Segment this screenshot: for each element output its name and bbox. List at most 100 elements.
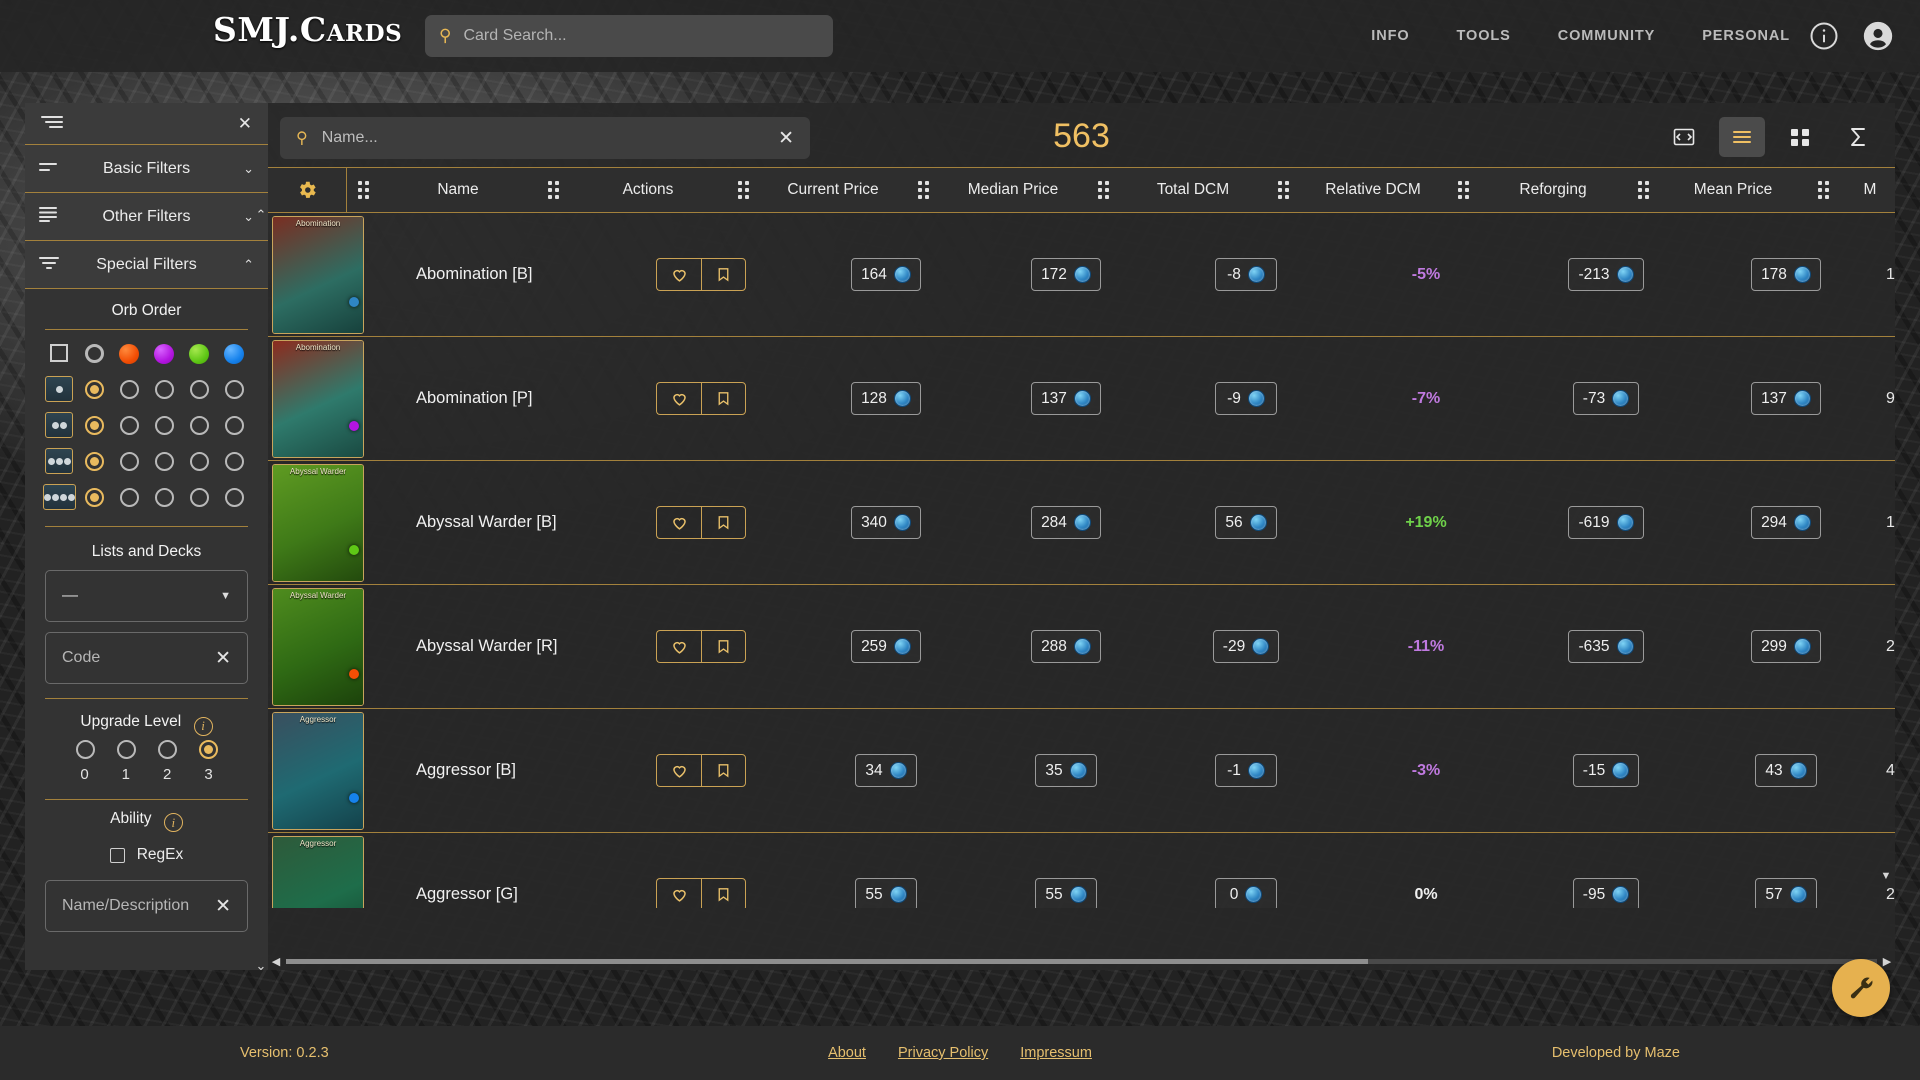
orb-purple-icon[interactable] [150,344,178,364]
orb-radio[interactable] [80,451,108,471]
card-thumbnail[interactable]: Abomination [272,339,364,458]
sidebar-scroll-down-arrow[interactable]: ⌄ [252,958,270,974]
column-resize-grip[interactable] [1446,167,1480,213]
footer-link-privacy-policy[interactable]: Privacy Policy [898,1045,988,1061]
nav-link-community[interactable]: COMMUNITY [1558,28,1656,44]
bookmark-button[interactable] [701,630,746,663]
cell-card-name[interactable]: Abyssal Warder [R] [416,637,606,656]
cell-card-name[interactable]: Aggressor [G] [416,885,606,904]
card-thumbnail[interactable]: Abyssal Warder [272,587,364,706]
orb-radio[interactable] [115,451,143,471]
clear-icon[interactable]: ✕ [215,895,231,918]
global-card-search[interactable]: ⚲ [425,15,833,57]
card-thumbnail[interactable]: Aggressor [272,711,364,830]
column-header-median-price[interactable]: Median Price [940,167,1086,213]
orb-radio[interactable] [185,379,213,399]
lists-and-decks-select[interactable]: — ▼ [45,570,248,622]
orb-radio[interactable] [150,487,178,507]
nav-link-tools[interactable]: TOOLS [1457,28,1511,44]
orb-radio[interactable] [115,379,143,399]
nav-link-info[interactable]: INFO [1371,28,1409,44]
column-resize-grip[interactable] [1626,167,1660,213]
footer-link-about[interactable]: About [828,1045,866,1061]
orb-blue-icon[interactable] [220,344,248,364]
favorite-button[interactable] [656,506,701,539]
orb-radio[interactable] [185,487,213,507]
tools-fab-button[interactable] [1832,959,1890,1017]
sidebar-section-basic-filters[interactable]: Basic Filters ⌄ [25,145,268,193]
column-header-total-dcm[interactable]: Total DCM [1120,167,1266,213]
nav-link-personal[interactable]: PERSONAL [1702,28,1790,44]
account-circle-icon[interactable] [1861,19,1895,53]
sidebar-section-other-filters[interactable]: Other Filters ⌄ [25,193,268,241]
scroll-left-arrow[interactable]: ◀ [268,955,284,968]
column-resize-grip[interactable] [906,167,940,213]
bookmark-button[interactable] [701,506,746,539]
orb-green-icon[interactable] [185,344,213,364]
orb-radio[interactable] [220,415,248,435]
cell-card-name[interactable]: Abyssal Warder [B] [416,513,606,532]
card-thumbnail[interactable]: Abomination [272,215,364,334]
orb-radio[interactable] [150,415,178,435]
table-row[interactable]: Abomination Abomination [P] 128 137 -9 -… [268,337,1895,461]
upgrade-level-radio-2[interactable] [157,739,177,759]
column-resize-grip[interactable] [1266,167,1300,213]
cell-card-name[interactable]: Abomination [B] [416,265,606,284]
table-row[interactable]: Aggressor Aggressor [B] 34 35 -1 -3% -15… [268,709,1895,833]
bookmark-button[interactable] [701,878,746,908]
orb-radio[interactable] [150,379,178,399]
scroll-right-arrow[interactable]: ▶ [1879,955,1895,968]
table-row[interactable]: Abyssal Warder Abyssal Warder [R] 259 28… [268,585,1895,709]
cell-card-name[interactable]: Abomination [P] [416,389,606,408]
column-header-name[interactable]: Name [380,167,536,213]
orb-any-icon[interactable] [80,344,108,364]
upgrade-level-radio-1[interactable] [116,739,136,759]
column-resize-grip[interactable] [536,167,570,213]
favorite-button[interactable] [656,754,701,787]
list-view-button[interactable] [1719,117,1765,157]
info-icon[interactable]: i [193,716,213,736]
cell-card-name[interactable]: Aggressor [B] [416,761,606,780]
orb-radio[interactable] [80,487,108,507]
clear-icon[interactable]: ✕ [215,647,231,670]
sidebar-section-special-filters[interactable]: Special Filters ⌃ [25,241,268,289]
column-header-actions[interactable]: Actions [570,167,726,213]
table-horizontal-scrollbar[interactable]: ◀ ▶ [268,952,1895,970]
footer-link-impressum[interactable]: Impressum [1020,1045,1092,1061]
orb-radio[interactable] [220,379,248,399]
bookmark-button[interactable] [701,382,746,415]
column-settings[interactable] [268,167,346,213]
info-circle-icon[interactable] [1809,21,1839,51]
grid-view-button[interactable] [1777,117,1823,157]
column-resize-grip[interactable] [1806,167,1840,213]
favorite-button[interactable] [656,258,701,291]
info-icon[interactable]: i [163,813,183,832]
table-row[interactable]: Abomination Abomination [B] 164 172 -8 -… [268,213,1895,337]
orb-radio[interactable] [185,415,213,435]
column-resize-grip[interactable] [346,167,380,213]
favorite-button[interactable] [656,878,701,908]
bookmark-button[interactable] [701,754,746,787]
column-header-mean-price[interactable]: Mean Price [1660,167,1806,213]
image-view-button[interactable] [1661,117,1707,157]
orb-radio[interactable] [220,451,248,471]
card-search-input[interactable] [463,27,819,45]
orb-radio[interactable] [150,451,178,471]
name-description-field[interactable]: Name/Description ✕ [45,880,248,932]
table-row[interactable]: Aggressor Aggressor [G] 55 55 0 0% -95 5… [268,833,1895,908]
table-vertical-scrollbar[interactable]: ▲ ▼ [1879,213,1893,908]
column-header-min-price[interactable]: M [1840,167,1900,213]
sidebar-close-button[interactable]: ✕ [238,114,252,134]
orb-none-square[interactable] [45,344,73,364]
collapse-icon[interactable] [41,114,63,133]
favorite-button[interactable] [656,630,701,663]
orb-radio[interactable] [115,487,143,507]
orb-orange-icon[interactable] [115,344,143,364]
regex-option[interactable]: RegEx [25,846,268,864]
column-header-relative-dcm[interactable]: Relative DCM [1300,167,1446,213]
orb-radio[interactable] [80,379,108,399]
column-header-reforging[interactable]: Reforging [1480,167,1626,213]
regex-checkbox[interactable] [109,847,125,863]
upgrade-level-radio-3[interactable] [198,739,218,759]
sidebar-scroll-up-arrow[interactable]: ⌃ [252,207,270,223]
